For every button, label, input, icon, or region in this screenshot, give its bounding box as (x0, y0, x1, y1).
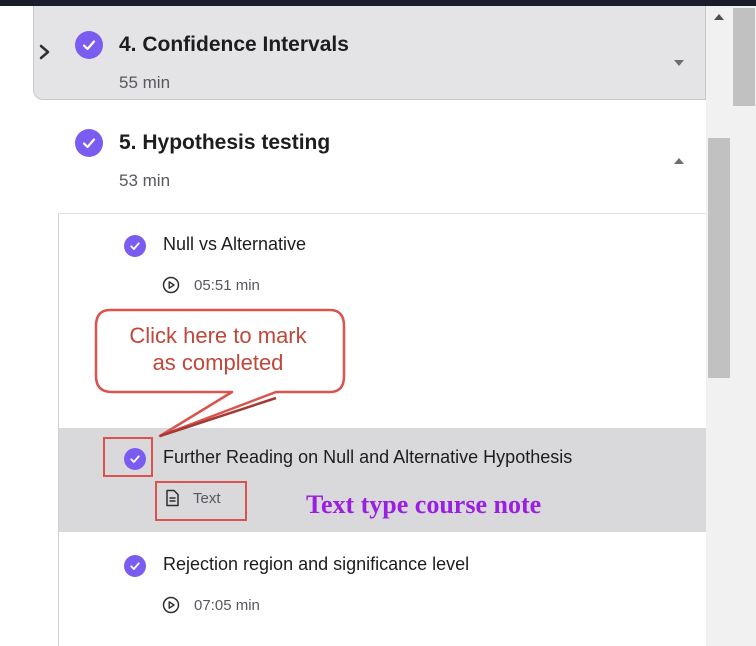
section-4-duration: 55 min (119, 73, 171, 92)
section-4-title[interactable]: 4. Confidence Intervals (119, 33, 349, 57)
text-type-annotation: Text type course note (306, 490, 542, 519)
lecture-complete-check-icon[interactable] (124, 555, 146, 577)
play-circle-icon (162, 276, 180, 294)
callout-text: Click here to mark as completed (95, 322, 341, 376)
section-4-complete-check-icon[interactable] (75, 31, 103, 59)
section-5-header[interactable] (58, 114, 706, 214)
lecture-duration: 05:51 min (194, 277, 260, 294)
section-5-complete-check-icon[interactable] (75, 129, 103, 157)
lecture-title[interactable]: Null vs Alternative (163, 234, 306, 255)
chevron-right-icon[interactable] (38, 44, 52, 60)
outer-scrollbar-thumb[interactable] (733, 8, 755, 106)
inner-scrollbar-thumb[interactable] (708, 138, 730, 378)
play-circle-icon (162, 596, 180, 614)
checkbox-highlight-box (103, 437, 153, 477)
lecture-title[interactable]: Rejection region and significance level (163, 554, 469, 575)
callout-line-1: Click here to mark (129, 323, 307, 348)
caret-down-icon[interactable] (672, 58, 686, 68)
lecture-complete-check-icon[interactable] (124, 235, 146, 257)
scroll-up-arrow-icon[interactable] (710, 10, 728, 24)
lecture-item[interactable] (59, 532, 706, 646)
section-5-title[interactable]: 5. Hypothesis testing (119, 131, 330, 155)
caret-up-icon[interactable] (672, 156, 686, 166)
lecture-title[interactable]: Further Reading on Null and Alternative … (163, 447, 572, 468)
text-type-highlight-box (155, 481, 247, 521)
callout-line-2: as completed (152, 350, 284, 375)
section-5-duration: 53 min (119, 171, 171, 190)
lecture-duration: 07:05 min (194, 597, 260, 614)
lecture-item[interactable] (59, 214, 706, 322)
